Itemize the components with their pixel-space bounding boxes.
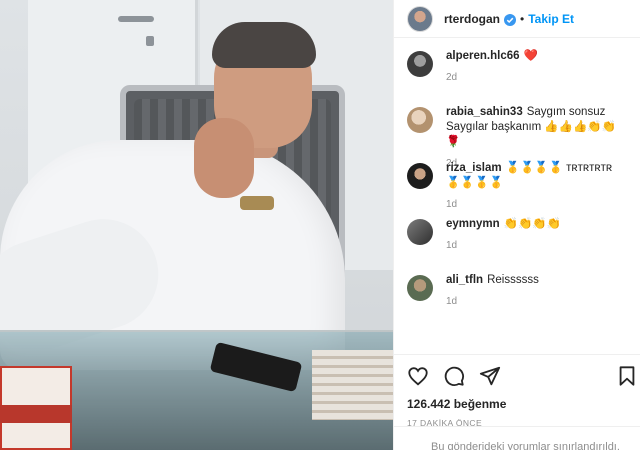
post-header: rterdogan • Takip Et (394, 0, 640, 38)
comment-text: Reissssss (487, 274, 539, 286)
photo-hair (212, 22, 316, 68)
comment-item: ali_tfln Reissssss 1d (394, 268, 640, 324)
comments-list: alperen.hlc66 ❤️ 2d rabia_sahin33 Saygım s… (394, 38, 640, 324)
comment-icon[interactable] (443, 365, 465, 387)
header-separator: • (520, 11, 525, 26)
commenter-username[interactable]: riza_islam (446, 162, 502, 174)
follow-button[interactable]: Takip Et (528, 12, 574, 26)
comment-text-line: eymnymn 👏👏👏👏 (446, 217, 628, 232)
comment-body: riza_islam 🥇🥇🥇🥇 ᴛʀᴛʀᴛʀᴛʀ 🥇🥇🥇🥇 1d (446, 161, 628, 212)
comment-body: alperen.hlc66 ❤️ 2d (446, 49, 628, 100)
bookmark-icon[interactable] (616, 365, 638, 387)
comment-time[interactable]: 1d (446, 199, 628, 210)
commenter-username[interactable]: eymnymn (446, 218, 500, 230)
photo-folders (312, 350, 393, 420)
comments-limited-notice: Bu gönderideki yorumlar sınırlandırıldı. (394, 426, 640, 450)
heart-icon[interactable] (407, 365, 429, 387)
photo-watch (240, 196, 274, 210)
comment-body: ali_tfln Reissssss 1d (446, 273, 628, 324)
commenter-avatar[interactable] (407, 275, 433, 301)
commenter-username[interactable]: rabia_sahin33 (446, 106, 523, 118)
comment-item: rabia_sahin33 Saygım sonsuz Saygılar başk… (394, 100, 640, 169)
post-side-panel: rterdogan • Takip Et alperen.hlc66 ❤️ 2d … (393, 0, 640, 450)
comment-time[interactable]: 2d (446, 72, 628, 83)
photo-hand (194, 118, 254, 198)
likes-count[interactable]: 126.442 beğenme (407, 397, 628, 411)
comment-time[interactable]: 1d (446, 240, 628, 251)
photo-door-handle (118, 16, 154, 22)
comment-text: ❤️ (523, 50, 538, 62)
post-photo[interactable] (0, 0, 393, 450)
comment-text-line: alperen.hlc66 ❤️ (446, 49, 628, 64)
comment-body: rabia_sahin33 Saygım sonsuz Saygılar başk… (446, 105, 628, 169)
commenter-avatar[interactable] (407, 51, 433, 77)
comment-item: alperen.hlc66 ❤️ 2d (394, 44, 640, 100)
comment-time[interactable]: 1d (446, 296, 628, 307)
commenter-avatar[interactable] (407, 163, 433, 189)
comment-body: eymnymn 👏👏👏👏 1d (446, 217, 628, 268)
share-icon[interactable] (479, 365, 501, 387)
comment-text-line: riza_islam 🥇🥇🥇🥇 ᴛʀᴛʀᴛʀᴛʀ 🥇🥇🥇🥇 (446, 161, 628, 191)
comment-text-line: rabia_sahin33 Saygım sonsuz Saygılar başk… (446, 105, 628, 150)
post-actions: 126.442 beğenme 17 DAKİKA ÖNCE (394, 354, 640, 428)
commenter-username[interactable]: alperen.hlc66 (446, 50, 520, 62)
comment-item: riza_islam 🥇🥇🥇🥇 ᴛʀᴛʀᴛʀᴛʀ 🥇🥇🥇🥇 1d (394, 156, 640, 212)
comment-item: eymnymn 👏👏👏👏 1d (394, 212, 640, 268)
verified-badge-icon (504, 13, 517, 26)
commenter-avatar[interactable] (407, 219, 433, 245)
author-avatar[interactable] (407, 5, 433, 32)
commenter-avatar[interactable] (407, 107, 433, 133)
photo-door-lock (146, 36, 154, 46)
photo-book-band (0, 405, 72, 423)
comment-text: 👏👏👏👏 (503, 218, 561, 230)
comment-text-line: ali_tfln Reissssss (446, 273, 628, 288)
action-icons (407, 363, 635, 389)
author-username[interactable]: rterdogan (444, 12, 500, 26)
commenter-username[interactable]: ali_tfln (446, 274, 483, 286)
